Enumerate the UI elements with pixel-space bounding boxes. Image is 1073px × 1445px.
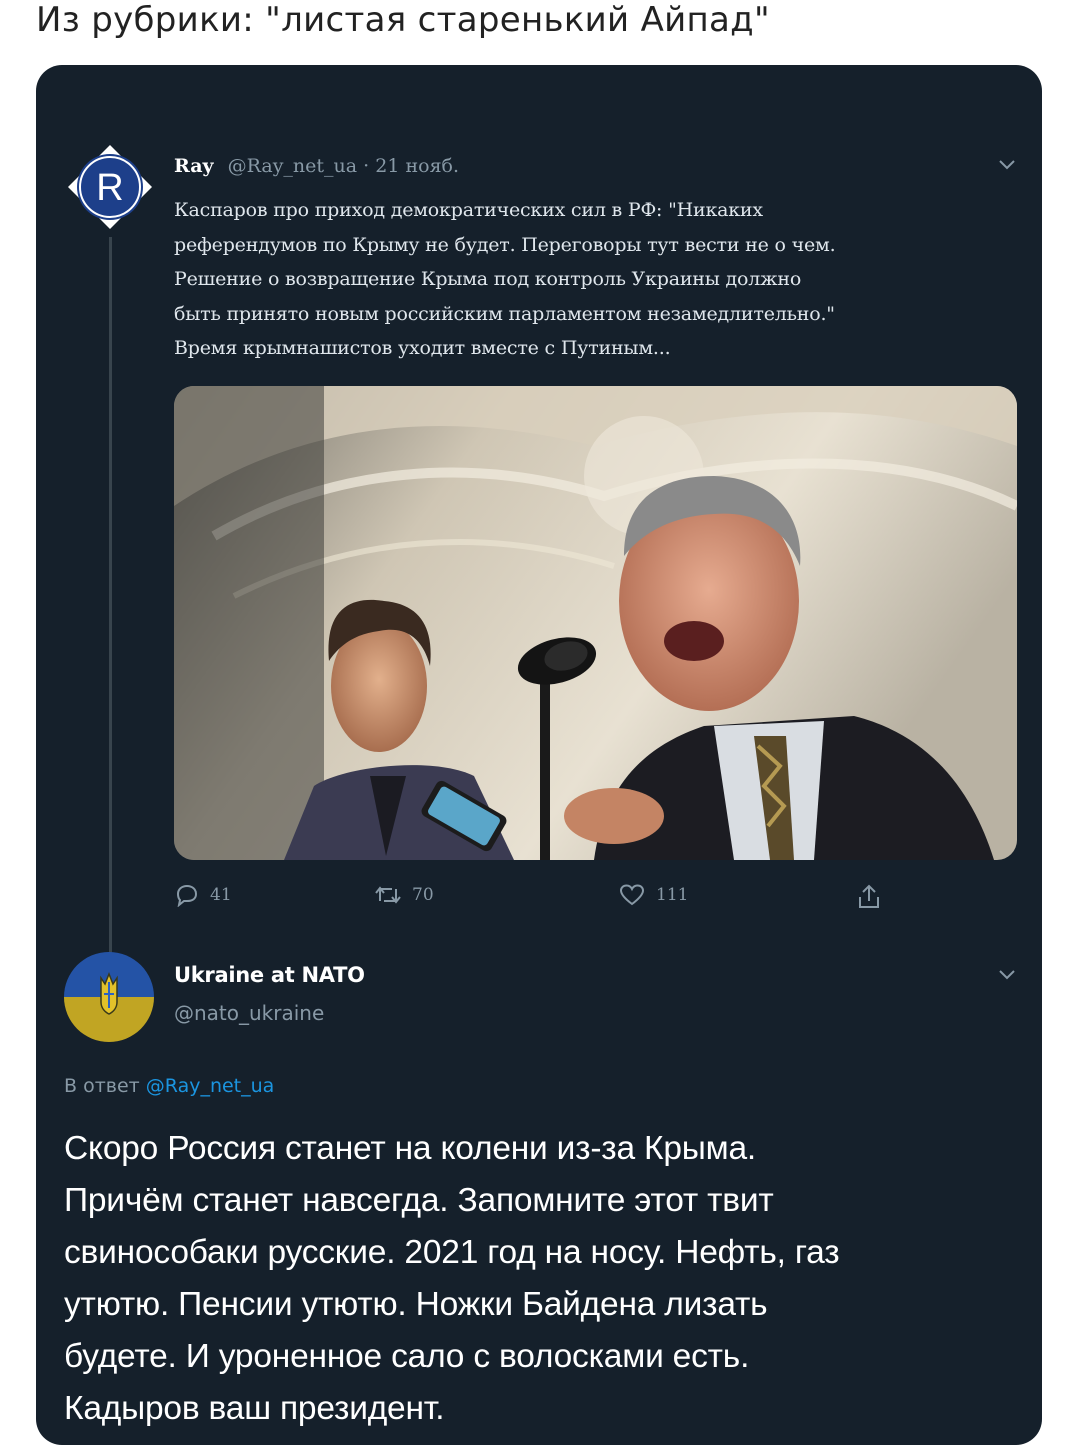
reply-to-line: В ответ @Ray_net_ua <box>64 1075 274 1097</box>
thread-line <box>109 237 112 957</box>
reply-count: 41 <box>210 885 232 905</box>
tweet-photo[interactable] <box>174 386 1017 860</box>
share-icon <box>859 884 879 908</box>
tweet-text: Каспаров про приход демократических сил … <box>174 193 1024 366</box>
tweet-separator: · <box>363 155 370 177</box>
tweet-author-name[interactable]: Ray <box>174 155 214 177</box>
ray-avatar[interactable]: R <box>66 143 154 231</box>
tweet-text-line: быть принято новым российским парламенто… <box>174 302 835 325</box>
tweet-author-handle[interactable]: @Ray_net_ua <box>228 155 357 177</box>
reply-text: Скоро Россия станет на колени из-за Крым… <box>64 1123 1034 1435</box>
tweet-header: Ray @Ray_net_ua · 21 нояб. <box>174 155 459 177</box>
like-action[interactable]: 111 <box>618 883 688 907</box>
reply-author-handle[interactable]: @nato_ukraine <box>174 1001 324 1025</box>
reply-action[interactable]: 41 <box>174 883 232 907</box>
tweet-date[interactable]: 21 нояб. <box>375 155 459 177</box>
reply-text-line: Скоро Россия станет на колени из-за Крым… <box>64 1130 756 1167</box>
chevron-down-icon[interactable] <box>998 159 1016 171</box>
nato-avatar[interactable] <box>64 952 154 1042</box>
tweet-text-line: Решение о возвращение Крыма под контроль… <box>174 268 802 290</box>
reply-to-prefix: В ответ <box>64 1075 140 1097</box>
reply-author-name[interactable]: Ukraine at NATO <box>174 963 365 987</box>
chevron-down-icon[interactable] <box>998 969 1016 981</box>
reply-text-line: свинособаки русские. 2021 год на носу. Н… <box>64 1234 840 1271</box>
reply-text-line: утютю. Пенсии утютю. Ножки Байдена лизат… <box>64 1286 768 1323</box>
tweet-actions: 41 70 111 <box>36 883 1042 917</box>
tweet-text-line: Каспаров про приход демократических сил … <box>174 199 763 221</box>
reply-text-line: будете. И уроненное сало с волосками ест… <box>64 1338 750 1375</box>
tweet-text-line: референдумов по Крыму не будет. Перегово… <box>174 233 836 256</box>
share-action[interactable] <box>856 883 882 911</box>
like-icon <box>619 884 645 906</box>
reply-text-line: Кадыров ваш президент. <box>64 1390 445 1427</box>
reply-to-mention[interactable]: @Ray_net_ua <box>146 1075 275 1097</box>
post-title: Из рубрики: "листая старенький Айпад" <box>36 0 770 40</box>
reply-text-line: Причём станет навсегда. Запомните этот т… <box>64 1182 774 1219</box>
avatar-letter: R <box>96 167 123 209</box>
like-count: 111 <box>656 885 689 905</box>
reply-icon <box>176 884 198 907</box>
retweet-icon <box>375 886 401 904</box>
tweet-text-line: Время крымнашистов уходит вместе с Путин… <box>174 337 671 359</box>
retweet-action[interactable]: 70 <box>374 883 434 907</box>
tweet-screenshot: R Ray @Ray_net_ua · 21 нояб. Каспаров пр… <box>36 65 1042 1445</box>
retweet-count: 70 <box>412 885 434 905</box>
